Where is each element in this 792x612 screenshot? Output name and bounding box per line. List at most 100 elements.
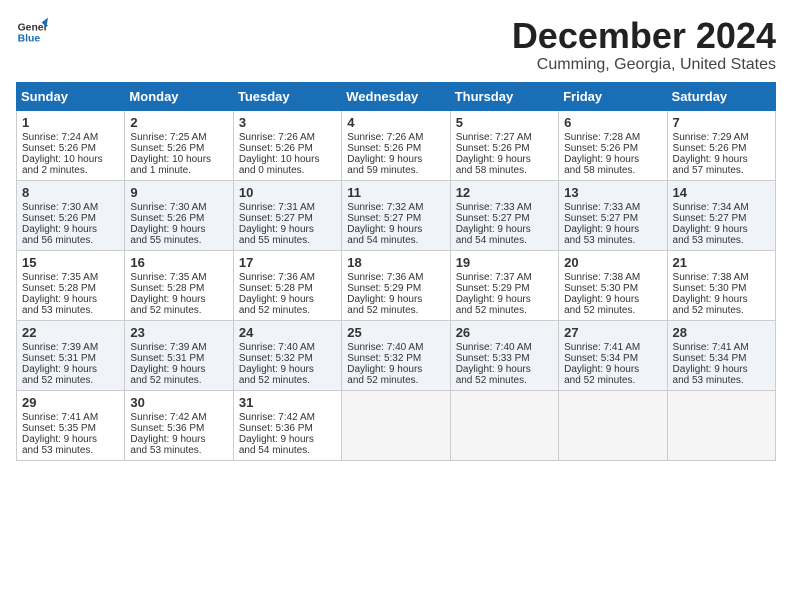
day-number: 31 [239,395,336,410]
day-detail: Daylight: 9 hours [564,294,661,305]
day-detail: and 53 minutes. [673,235,770,246]
day-detail: Sunset: 5:28 PM [239,283,336,294]
day-detail: Sunrise: 7:34 AM [673,202,770,213]
day-detail: Sunrise: 7:26 AM [239,132,336,143]
day-detail: Sunrise: 7:33 AM [564,202,661,213]
day-number: 3 [239,115,336,130]
calendar-cell [559,390,667,460]
calendar-cell: 7Sunrise: 7:29 AMSunset: 5:26 PMDaylight… [667,110,775,180]
day-detail: Daylight: 9 hours [347,154,444,165]
logo: General Blue [16,16,48,48]
day-detail: Sunrise: 7:36 AM [347,272,444,283]
day-detail: and 57 minutes. [673,165,770,176]
col-monday: Monday [125,82,233,110]
calendar-cell: 2Sunrise: 7:25 AMSunset: 5:26 PMDaylight… [125,110,233,180]
day-detail: Sunset: 5:26 PM [564,143,661,154]
day-detail: Daylight: 9 hours [22,224,119,235]
day-number: 19 [456,255,553,270]
day-number: 15 [22,255,119,270]
day-detail: and 52 minutes. [347,375,444,386]
day-detail: Daylight: 9 hours [456,294,553,305]
day-detail: Sunrise: 7:35 AM [130,272,227,283]
day-detail: Sunrise: 7:38 AM [673,272,770,283]
day-detail: Sunrise: 7:31 AM [239,202,336,213]
day-detail: Sunrise: 7:41 AM [22,412,119,423]
day-number: 17 [239,255,336,270]
day-detail: Sunrise: 7:28 AM [564,132,661,143]
day-number: 16 [130,255,227,270]
calendar-week-4: 22Sunrise: 7:39 AMSunset: 5:31 PMDayligh… [17,320,776,390]
day-detail: and 52 minutes. [456,305,553,316]
logo-icon: General Blue [16,16,48,48]
day-detail: Sunset: 5:30 PM [564,283,661,294]
day-detail: Sunrise: 7:36 AM [239,272,336,283]
calendar-cell: 28Sunrise: 7:41 AMSunset: 5:34 PMDayligh… [667,320,775,390]
svg-text:Blue: Blue [18,34,41,45]
day-number: 8 [22,185,119,200]
calendar-cell: 4Sunrise: 7:26 AMSunset: 5:26 PMDaylight… [342,110,450,180]
calendar-cell: 16 Sunrise: 7:35 AMSunset: 5:28 PMDayligh… [125,250,233,320]
day-detail: Sunset: 5:26 PM [130,213,227,224]
day-number: 30 [130,395,227,410]
day-detail: Sunset: 5:27 PM [239,213,336,224]
calendar-cell: 21Sunrise: 7:38 AMSunset: 5:30 PMDayligh… [667,250,775,320]
day-number: 4 [347,115,444,130]
day-detail: Daylight: 10 hours [22,154,119,165]
day-number: 10 [239,185,336,200]
day-number: 21 [673,255,770,270]
calendar-cell: 9Sunrise: 7:30 AMSunset: 5:26 PMDaylight… [125,180,233,250]
day-detail: Daylight: 9 hours [130,224,227,235]
day-detail: Daylight: 10 hours [239,154,336,165]
day-detail: and 54 minutes. [239,445,336,456]
calendar-cell: 8Sunrise: 7:30 AMSunset: 5:26 PMDaylight… [17,180,125,250]
day-detail: Sunrise: 7:42 AM [130,412,227,423]
calendar-cell: 22Sunrise: 7:39 AMSunset: 5:31 PMDayligh… [17,320,125,390]
day-detail: Sunset: 5:35 PM [22,423,119,434]
day-detail: Sunset: 5:32 PM [347,353,444,364]
page-header: General Blue December 2024 Cumming, Geor… [16,16,776,74]
day-detail: Daylight: 9 hours [130,294,227,305]
day-detail: Sunrise: 7:41 AM [673,342,770,353]
calendar-cell: 29Sunrise: 7:41 AMSunset: 5:35 PMDayligh… [17,390,125,460]
day-detail: and 52 minutes. [239,375,336,386]
calendar-cell: 30Sunrise: 7:42 AMSunset: 5:36 PMDayligh… [125,390,233,460]
day-detail: and 52 minutes. [239,305,336,316]
day-detail: Sunset: 5:30 PM [673,283,770,294]
day-number: 28 [673,325,770,340]
calendar-cell: 24Sunrise: 7:40 AMSunset: 5:32 PMDayligh… [233,320,341,390]
month-title: December 2024 [512,16,776,56]
day-detail: Sunset: 5:26 PM [347,143,444,154]
day-detail: Sunrise: 7:40 AM [239,342,336,353]
day-detail: Sunset: 5:32 PM [239,353,336,364]
day-detail: Sunset: 5:29 PM [347,283,444,294]
day-detail: and 2 minutes. [22,165,119,176]
day-number: 29 [22,395,119,410]
day-detail: and 52 minutes. [456,375,553,386]
day-detail: Sunset: 5:27 PM [673,213,770,224]
day-detail: and 55 minutes. [239,235,336,246]
day-detail: Daylight: 9 hours [239,434,336,445]
day-detail: Sunset: 5:36 PM [239,423,336,434]
day-detail: and 53 minutes. [130,445,227,456]
day-number: 14 [673,185,770,200]
day-detail: Daylight: 9 hours [456,364,553,375]
day-detail: Sunrise: 7:27 AM [456,132,553,143]
day-detail: Sunrise: 7:38 AM [564,272,661,283]
day-detail: and 55 minutes. [130,235,227,246]
col-saturday: Saturday [667,82,775,110]
day-detail: Sunset: 5:26 PM [673,143,770,154]
day-number: 23 [130,325,227,340]
day-detail: Sunrise: 7:33 AM [456,202,553,213]
day-detail: Daylight: 9 hours [239,224,336,235]
col-wednesday: Wednesday [342,82,450,110]
day-detail: Daylight: 9 hours [22,364,119,375]
day-detail: Sunset: 5:26 PM [22,213,119,224]
day-detail: Sunset: 5:28 PM [130,283,227,294]
day-detail: Sunrise: 7:37 AM [456,272,553,283]
day-number: 11 [347,185,444,200]
day-detail: Sunrise: 7:42 AM [239,412,336,423]
day-detail: Daylight: 9 hours [130,434,227,445]
calendar-cell: 31 Sunrise: 7:42 AMSunset: 5:36 PMDayligh… [233,390,341,460]
day-number: 2 [130,115,227,130]
day-detail: Daylight: 9 hours [673,364,770,375]
